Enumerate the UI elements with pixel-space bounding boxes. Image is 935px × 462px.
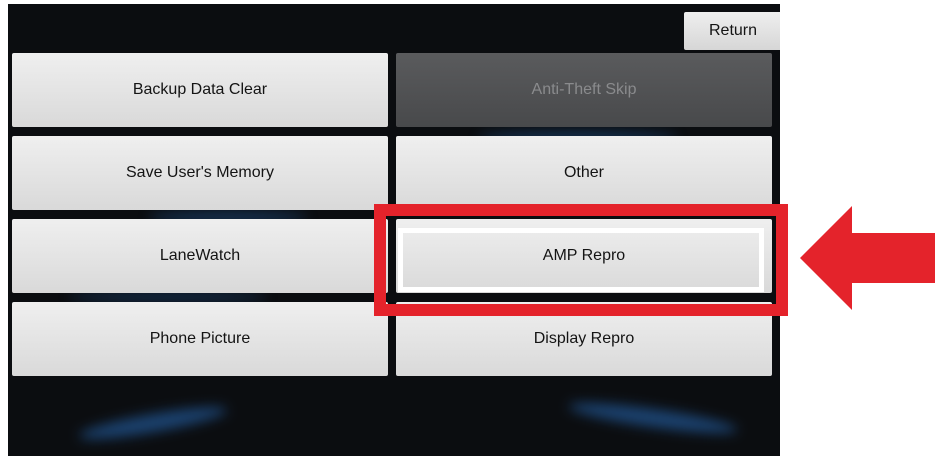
background-light-streak xyxy=(77,401,229,445)
head-unit-screen: Return Backup Data Clear Save User's Mem… xyxy=(8,4,780,456)
backup-data-clear-button[interactable]: Backup Data Clear xyxy=(12,53,388,127)
stage: Return Backup Data Clear Save User's Mem… xyxy=(0,0,935,462)
anti-theft-skip-button: Anti-Theft Skip xyxy=(396,53,772,127)
phone-picture-button[interactable]: Phone Picture xyxy=(12,302,388,376)
display-repro-button[interactable]: Display Repro xyxy=(396,302,772,376)
lanewatch-button[interactable]: LaneWatch xyxy=(12,219,388,293)
arrow-left-icon xyxy=(800,206,935,310)
return-button[interactable]: Return xyxy=(684,12,780,50)
background-light-streak xyxy=(567,397,739,439)
other-button[interactable]: Other xyxy=(396,136,772,210)
save-users-memory-button[interactable]: Save User's Memory xyxy=(12,136,388,210)
amp-repro-button[interactable]: AMP Repro xyxy=(396,219,772,293)
background-light-streak xyxy=(68,292,268,302)
